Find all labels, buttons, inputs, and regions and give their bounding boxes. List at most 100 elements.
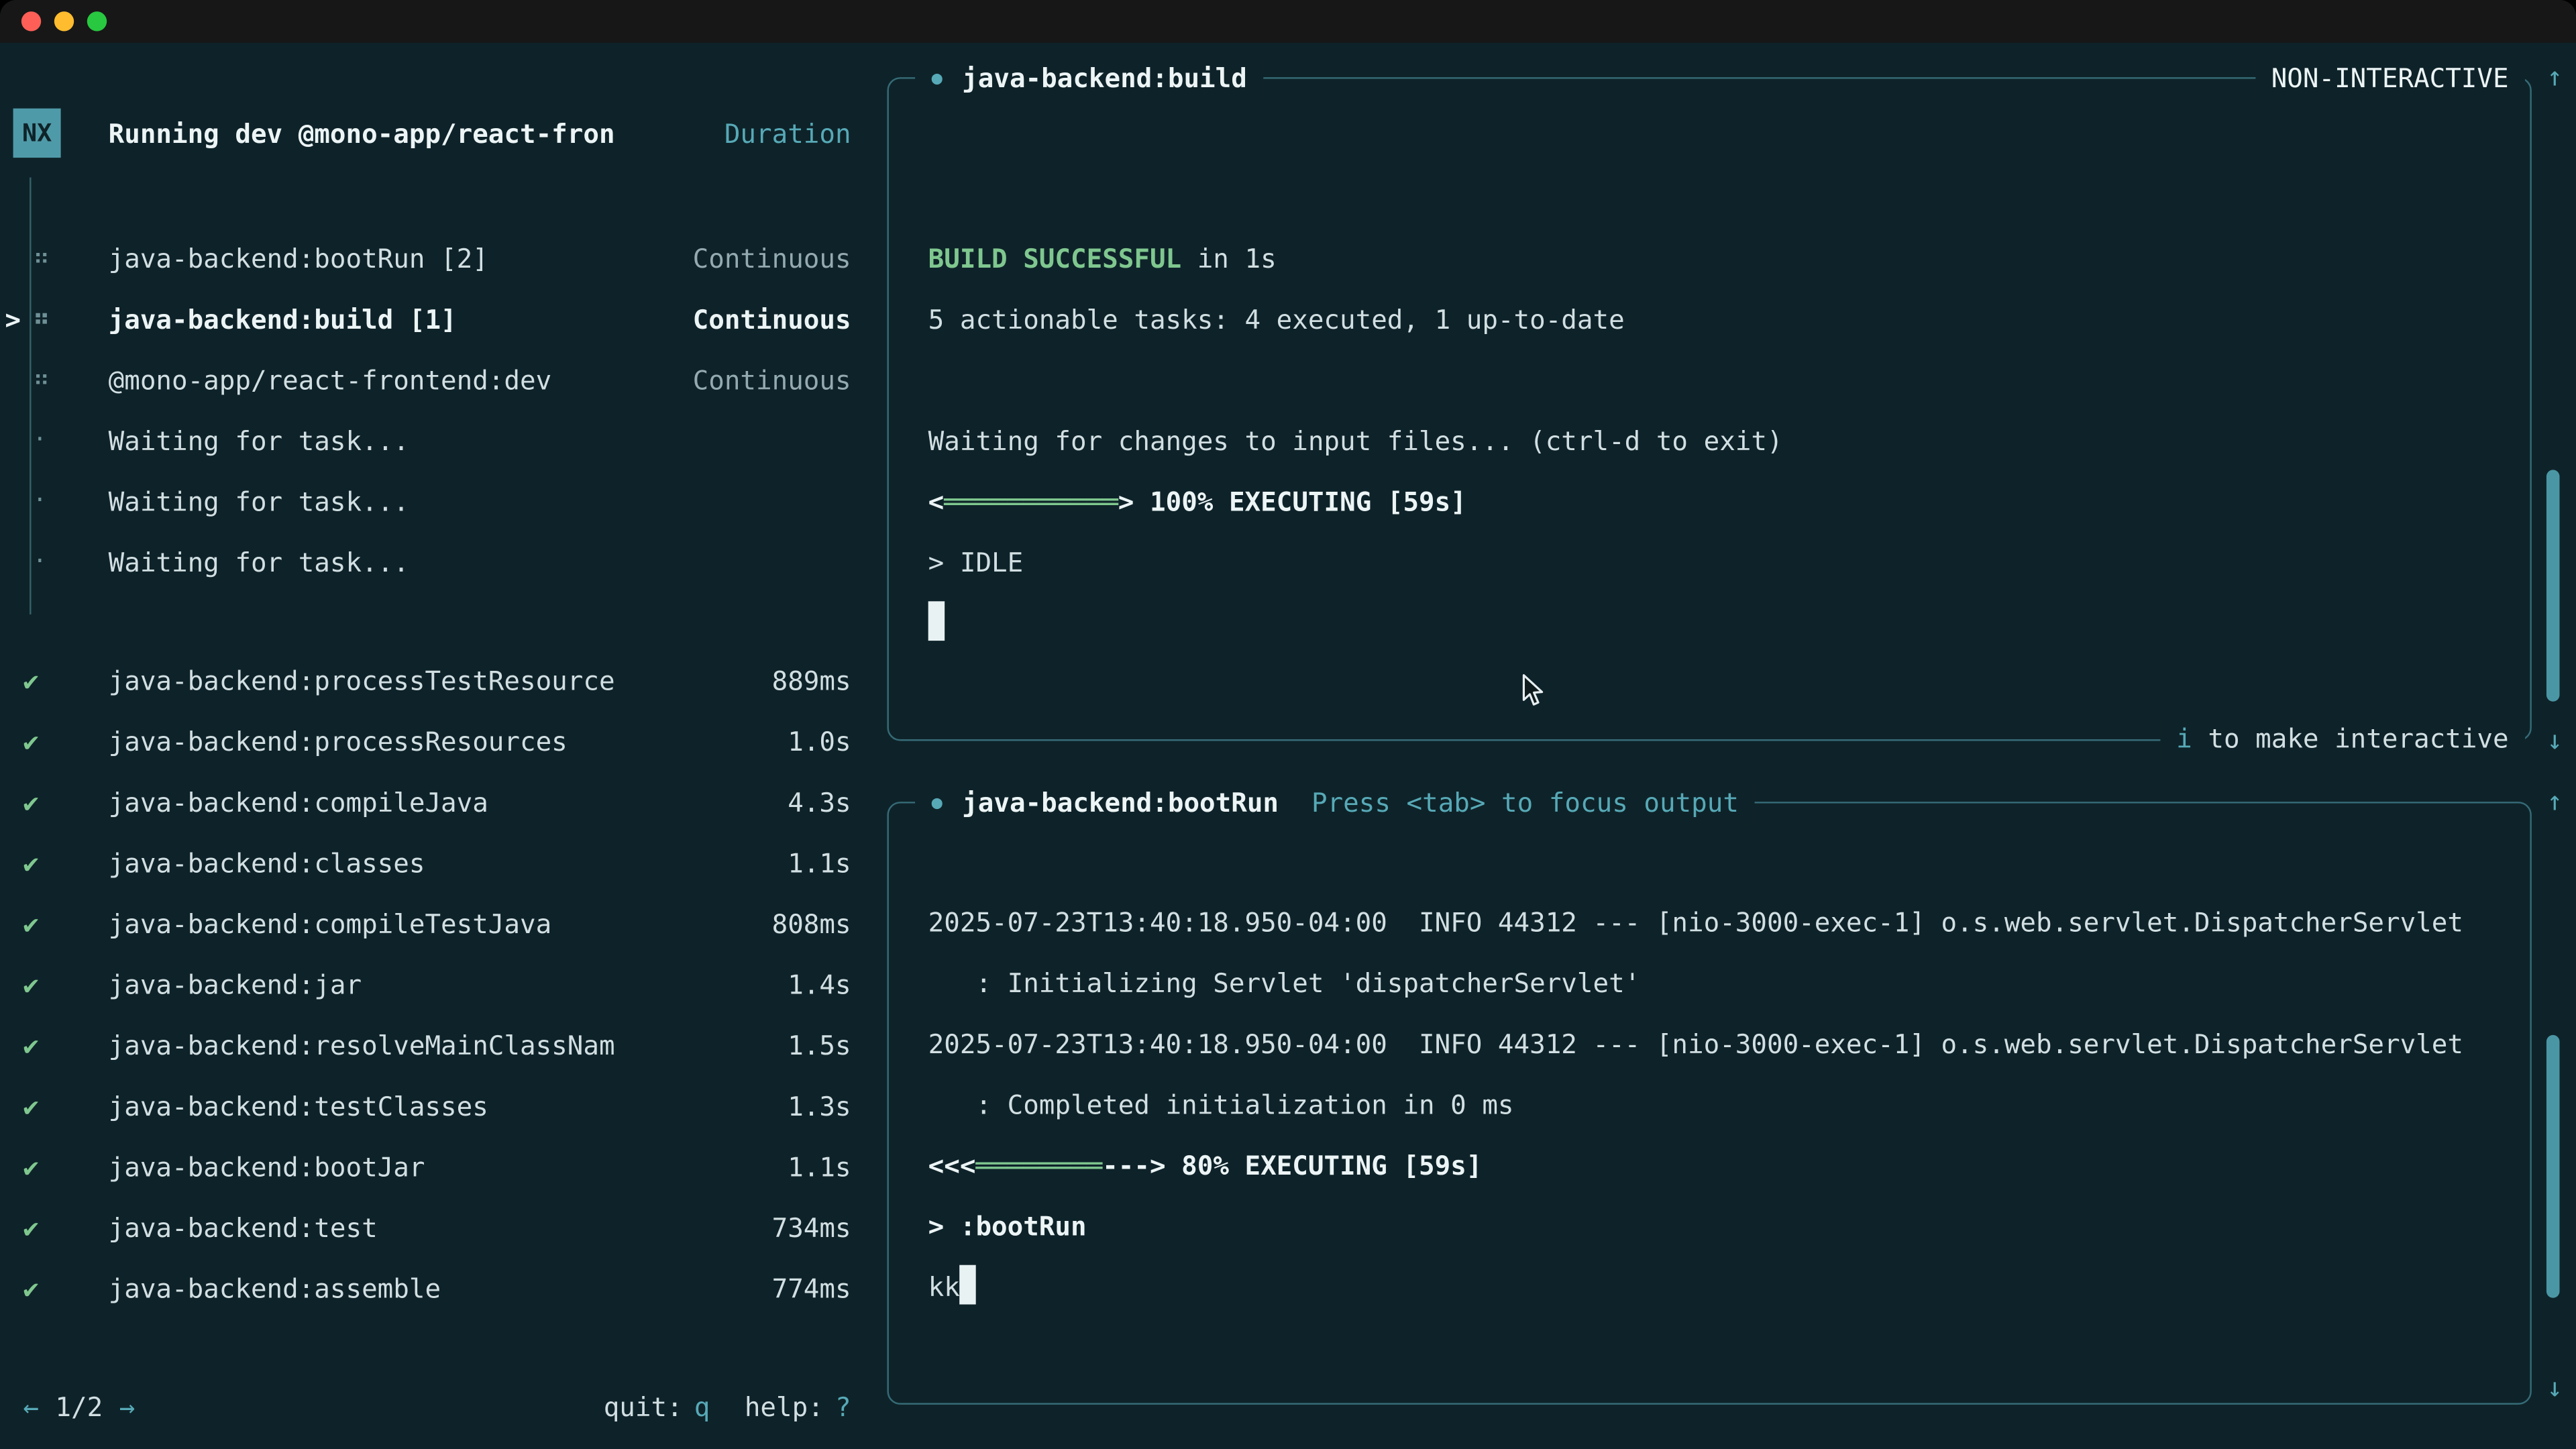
task-label: Waiting for task... [109, 532, 851, 593]
page-prev-arrow[interactable]: ← [23, 1377, 39, 1438]
task-label: java-backend:classes [109, 833, 788, 894]
minimize-button-icon[interactable] [54, 11, 74, 31]
task-label: java-backend:testClasses [109, 1076, 788, 1137]
terminal-window: NX Running dev @mono-app/react-fron Dura… [0, 0, 2576, 1449]
completed-task-list: ✔ java-backend:processTestResource 889ms… [0, 651, 871, 1320]
task-duration: 1.5s [788, 1015, 851, 1076]
pane-title-text: java-backend:bootRun [962, 782, 1279, 825]
check-icon: ✔ [23, 1137, 108, 1198]
run-command-title: Running dev @mono-app/react-fron [109, 117, 615, 149]
completed-task-row[interactable]: ✔ java-backend:jar 1.4s [0, 955, 871, 1016]
pane-bullet-icon: ● [932, 58, 943, 101]
quit-label: quit: [604, 1377, 683, 1438]
task-status: Continuous [693, 350, 851, 411]
check-icon: ✔ [23, 955, 108, 1016]
completed-task-row[interactable]: ✔ java-backend:compileTestJava 808ms [0, 894, 871, 955]
bootrun-pane-scrollbar[interactable] [2546, 1035, 2560, 1298]
task-spinner-icon: · [33, 411, 109, 472]
pagination: ← 1/2 → [23, 1377, 135, 1438]
task-row[interactable]: · Waiting for task... [0, 532, 871, 593]
completed-task-row[interactable]: ✔ java-backend:testClasses 1.3s [0, 1076, 871, 1137]
help-key[interactable]: ? [835, 1377, 851, 1438]
task-list-header: NX Running dev @mono-app/react-fron Dura… [13, 109, 851, 158]
completed-task-row[interactable]: ✔ java-backend:bootJar 1.1s [0, 1137, 871, 1198]
task-label: java-backend:bootRun [2] [109, 228, 693, 289]
task-duration: 889ms [772, 651, 851, 712]
check-icon: ✔ [23, 1258, 108, 1320]
task-duration: 734ms [772, 1197, 851, 1258]
nx-logo: NX [13, 109, 61, 158]
task-duration: 1.4s [788, 955, 851, 1016]
task-label: java-backend:compileTestJava [109, 894, 772, 955]
page-indicator: 1/2 [55, 1377, 103, 1438]
build-pane-scrollbar[interactable] [2546, 470, 2560, 701]
check-icon: ✔ [23, 772, 108, 833]
mode-label-text: NON-INTERACTIVE [2271, 58, 2509, 101]
completed-task-row[interactable]: ✔ java-backend:resolveMainClassNam 1.5s [0, 1015, 871, 1076]
bootrun-pane-title: ● java-backend:bootRun Press <tab> to fo… [915, 782, 1755, 825]
task-label: java-backend:bootJar [109, 1137, 788, 1198]
task-row[interactable]: ⠶ java-backend:bootRun [2] Continuous [0, 228, 871, 289]
interactive-hint: i to make interactive [2160, 718, 2525, 761]
display-scaler: NX Running dev @mono-app/react-fron Dura… [0, 0, 2576, 1449]
scroll-up-icon[interactable]: ↑ [2536, 782, 2573, 822]
task-label: java-backend:jar [109, 955, 788, 1016]
interactive-key[interactable]: i [2176, 718, 2192, 761]
check-icon: ✔ [23, 833, 108, 894]
task-label: java-backend:build [1] [109, 289, 693, 350]
task-duration: 1.1s [788, 833, 851, 894]
task-label: @mono-app/react-frontend:dev [109, 350, 693, 411]
task-row[interactable]: · Waiting for task... [0, 411, 871, 472]
task-spinner-icon: · [33, 472, 109, 533]
zoom-button-icon[interactable] [87, 11, 107, 31]
task-row[interactable]: ⠶ @mono-app/react-frontend:dev Continuou… [0, 350, 871, 411]
page-next-arrow[interactable]: → [119, 1377, 136, 1438]
bootrun-terminal-output[interactable]: 2025-07-23T13:40:18.950-04:00 INFO 44312… [889, 804, 2530, 1318]
duration-column-header: Duration [724, 117, 851, 149]
keyboard-hints: quit: q help: ? [604, 1377, 851, 1438]
task-duration: 808ms [772, 894, 851, 955]
task-list-footer: ← 1/2 → quit: q help: ? [23, 1377, 851, 1438]
check-icon: ✔ [23, 1015, 108, 1076]
completed-task-row[interactable]: ✔ java-backend:classes 1.1s [0, 833, 871, 894]
task-spinner-icon: ⠶ [33, 228, 109, 289]
scroll-up-icon[interactable]: ↑ [2536, 58, 2573, 97]
task-spinner-icon: ⠶ [33, 289, 109, 350]
pane-title-text: java-backend:build [962, 58, 1247, 101]
window-titlebar [0, 0, 2576, 43]
scroll-down-icon[interactable]: ↓ [2536, 721, 2573, 761]
quit-key[interactable]: q [694, 1377, 710, 1438]
completed-task-row[interactable]: ✔ java-backend:processResources 1.0s [0, 711, 871, 772]
task-duration: 774ms [772, 1258, 851, 1320]
completed-task-row[interactable]: ✔ java-backend:test 734ms [0, 1197, 871, 1258]
completed-task-row[interactable]: ✔ java-backend:assemble 774ms [0, 1258, 871, 1320]
nx-tui: NX Running dev @mono-app/react-fron Dura… [0, 43, 2576, 1449]
mouse-cursor [1521, 674, 1546, 714]
interactive-hint-text: to make interactive [2192, 718, 2509, 761]
task-label: java-backend:processResources [109, 711, 788, 772]
task-label: java-backend:resolveMainClassNam [109, 1015, 788, 1076]
build-pane-title: ● java-backend:build [915, 58, 1263, 101]
completed-task-row[interactable]: ✔ java-backend:compileJava 4.3s [0, 772, 871, 833]
build-terminal-output[interactable]: BUILD SUCCESSFUL in 1s5 actionable tasks… [889, 79, 2530, 654]
bootrun-output-pane: ● java-backend:bootRun Press <tab> to fo… [887, 802, 2531, 1405]
running-task-list: ⠶ java-backend:bootRun [2] Continuous ⠶ … [0, 228, 871, 593]
close-button-icon[interactable] [21, 11, 41, 31]
completed-task-row[interactable]: ✔ java-backend:processTestResource 889ms [0, 651, 871, 712]
build-output-pane: ● java-backend:build NON-INTERACTIVE BUI… [887, 77, 2531, 741]
task-row[interactable]: · Waiting for task... [0, 472, 871, 533]
task-duration: 4.3s [788, 772, 851, 833]
task-spinner-icon: · [33, 532, 109, 593]
task-row[interactable]: ⠶ java-backend:build [1] Continuous [0, 289, 871, 350]
task-label: java-backend:processTestResource [109, 651, 772, 712]
help-label: help: [745, 1377, 824, 1438]
task-list-panel: NX Running dev @mono-app/react-fron Dura… [0, 43, 871, 1449]
task-spinner-icon: ⠶ [33, 350, 109, 411]
task-status: Continuous [693, 289, 851, 350]
task-duration: 1.3s [788, 1076, 851, 1137]
scroll-down-icon[interactable]: ↓ [2536, 1368, 2573, 1408]
check-icon: ✔ [23, 1197, 108, 1258]
pane-bullet-icon: ● [932, 782, 943, 825]
task-label: java-backend:compileJava [109, 772, 788, 833]
check-icon: ✔ [23, 1076, 108, 1137]
